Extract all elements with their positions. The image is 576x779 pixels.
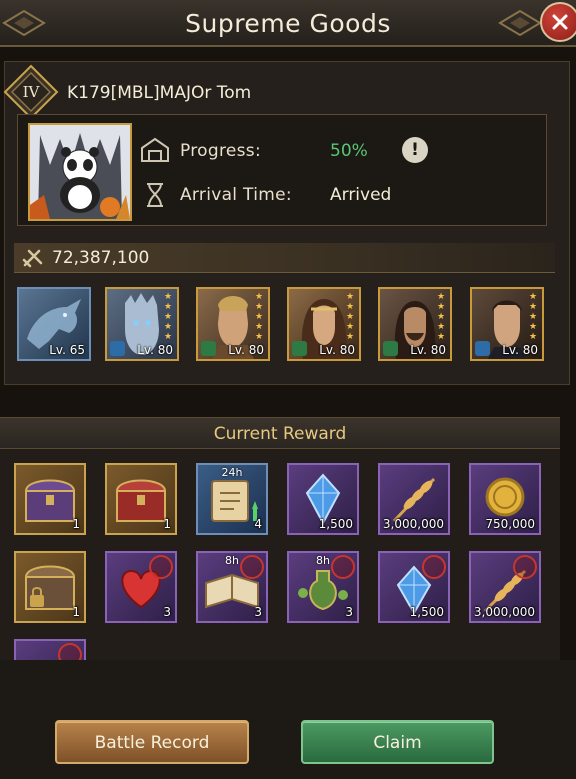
hero-level: Lv. 80 bbox=[228, 343, 264, 357]
arrival-time-label: Arrival Time: bbox=[180, 185, 292, 205]
window-header: Supreme Goods bbox=[0, 0, 576, 47]
power-icon bbox=[22, 249, 43, 268]
reward-item[interactable]: 3,000,000 bbox=[469, 551, 541, 623]
item-count: 3,000,000 bbox=[382, 517, 444, 531]
hero-level: Lv. 65 bbox=[49, 343, 85, 357]
event-badge-icon bbox=[149, 555, 173, 579]
hero-slot-night-king[interactable]: ★ ★ ★ ★ ★ Lv. 80 bbox=[105, 287, 179, 361]
close-button[interactable] bbox=[540, 2, 576, 42]
battle-record-button[interactable]: Battle Record bbox=[55, 720, 249, 764]
hero-slot-dragon[interactable]: Lv. 65 bbox=[17, 287, 91, 361]
item-count: 750,000 bbox=[485, 517, 535, 531]
rank-label: IV bbox=[23, 83, 41, 101]
hero-slot-lord[interactable]: ★ ★ ★ ★ ★ Lv. 80 bbox=[470, 287, 544, 361]
progress-label: Progress: bbox=[180, 141, 261, 161]
reward-item[interactable]: 1 bbox=[105, 463, 177, 535]
item-count: 1 bbox=[72, 605, 80, 619]
class-badge-icon bbox=[475, 341, 490, 356]
hourglass-icon bbox=[147, 183, 163, 207]
class-badge-icon bbox=[201, 341, 216, 356]
item-count: 1,500 bbox=[409, 605, 444, 619]
event-badge-icon bbox=[58, 643, 82, 660]
hero-stars: ★ ★ ★ ★ ★ bbox=[255, 292, 264, 342]
reward-item[interactable]: 1,500 bbox=[287, 463, 359, 535]
event-badge-icon bbox=[240, 555, 264, 579]
item-count: 3 bbox=[254, 605, 262, 619]
march-info-box: Progress: 50% ! Arrival Time: Arrived bbox=[17, 114, 547, 226]
reward-item[interactable]: 1 bbox=[14, 463, 86, 535]
hero-level: Lv. 80 bbox=[137, 343, 173, 357]
reward-item[interactable]: 1,500 bbox=[378, 551, 450, 623]
info-icon[interactable]: ! bbox=[402, 137, 428, 163]
ornament-right-icon bbox=[498, 9, 542, 37]
reward-item[interactable]: 750,000 bbox=[469, 463, 541, 535]
reward-item[interactable]: 8h 3 bbox=[287, 551, 359, 623]
class-badge-icon bbox=[110, 341, 125, 356]
bottom-bar: Battle Record Claim bbox=[0, 660, 576, 779]
reward-item[interactable] bbox=[14, 639, 86, 660]
item-count: 1 bbox=[72, 517, 80, 531]
item-count: 3 bbox=[163, 605, 171, 619]
reward-item[interactable]: 3 bbox=[105, 551, 177, 623]
item-count: 3,000,000 bbox=[473, 605, 535, 619]
event-badge-icon bbox=[422, 555, 446, 579]
hero-slot-lady[interactable]: ★ ★ ★ ★ ★ Lv. 80 bbox=[287, 287, 361, 361]
hero-slot-knight[interactable]: ★ ★ ★ ★ ★ Lv. 80 bbox=[196, 287, 270, 361]
rank-badge: IV bbox=[3, 64, 59, 120]
claim-button[interactable]: Claim bbox=[301, 720, 494, 764]
window-title: Supreme Goods bbox=[185, 9, 391, 38]
power-value: 72,387,100 bbox=[52, 248, 150, 268]
reward-item[interactable]: 3,000,000 bbox=[378, 463, 450, 535]
player-name[interactable]: K179[MBL]MAJOr Tom bbox=[67, 83, 251, 103]
player-avatar[interactable] bbox=[28, 123, 132, 221]
reward-grid: 1 1 24h 4 1,500 3,000,000 750,000 1 3 8h… bbox=[0, 449, 560, 660]
item-count: 1 bbox=[163, 517, 171, 531]
progress-value: 50% bbox=[330, 141, 368, 161]
warehouse-icon bbox=[141, 137, 169, 162]
event-badge-icon bbox=[331, 555, 355, 579]
hero-stars: ★ ★ ★ ★ ★ bbox=[164, 292, 173, 342]
hero-level: Lv. 80 bbox=[410, 343, 446, 357]
reward-item[interactable]: 1 bbox=[14, 551, 86, 623]
close-icon bbox=[552, 14, 568, 30]
item-count: 1,500 bbox=[318, 517, 353, 531]
reward-title: Current Reward bbox=[213, 424, 347, 444]
reward-item[interactable]: 24h 4 bbox=[196, 463, 268, 535]
panda-avatar-icon bbox=[30, 125, 130, 219]
class-badge-icon bbox=[383, 341, 398, 356]
power-bar: 72,387,100 bbox=[14, 243, 555, 273]
item-count: 3 bbox=[345, 605, 353, 619]
hero-slot-warrior[interactable]: ★ ★ ★ ★ ★ Lv. 80 bbox=[378, 287, 452, 361]
reward-header: Current Reward bbox=[0, 417, 560, 449]
player-panel: IV K179[MBL]MAJOr Tom Progress: 50% ! Ar… bbox=[3, 61, 570, 385]
hero-stars: ★ ★ ★ ★ ★ bbox=[346, 292, 355, 342]
class-badge-icon bbox=[292, 341, 307, 356]
arrival-time-value: Arrived bbox=[330, 185, 392, 205]
item-count: 4 bbox=[254, 517, 262, 531]
reward-item[interactable]: 8h 3 bbox=[196, 551, 268, 623]
item-timer: 24h bbox=[221, 466, 243, 479]
hero-level: Lv. 80 bbox=[502, 343, 538, 357]
event-badge-icon bbox=[513, 555, 537, 579]
hero-level: Lv. 80 bbox=[319, 343, 355, 357]
hero-stars: ★ ★ ★ ★ ★ bbox=[529, 292, 538, 342]
hero-stars: ★ ★ ★ ★ ★ bbox=[437, 292, 446, 342]
